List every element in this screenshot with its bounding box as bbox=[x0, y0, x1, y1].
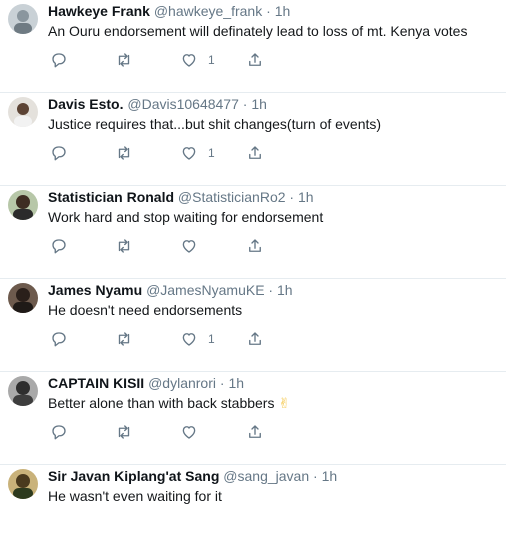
tweet-text-body: Better alone than with back stabbers bbox=[48, 395, 275, 411]
separator: · bbox=[219, 375, 225, 391]
timestamp[interactable]: 1h bbox=[277, 282, 293, 298]
share-button[interactable] bbox=[246, 50, 264, 70]
user-name[interactable]: CAPTAIN KISII bbox=[48, 375, 144, 391]
user-handle[interactable]: @JamesNyamuKE bbox=[146, 282, 264, 298]
tweet-actions: 1 bbox=[48, 50, 278, 72]
like-count: 1 bbox=[208, 146, 215, 160]
share-icon bbox=[249, 332, 261, 345]
like-button[interactable] bbox=[180, 236, 208, 256]
tweet[interactable]: Hawkeye Frank @hawkeye_frank · 1h An Our… bbox=[0, 0, 506, 93]
share-button[interactable] bbox=[246, 236, 264, 256]
avatar[interactable] bbox=[8, 469, 38, 499]
timestamp[interactable]: 1h bbox=[322, 468, 338, 484]
reply-icon bbox=[52, 53, 66, 68]
retweet-icon bbox=[118, 146, 130, 160]
separator: · bbox=[242, 96, 248, 112]
timestamp[interactable]: 1h bbox=[251, 96, 267, 112]
tweet-text: Better alone than with back stabbers ✌ bbox=[48, 394, 290, 412]
user-name[interactable]: Davis Esto. bbox=[48, 96, 123, 112]
timestamp[interactable]: 1h bbox=[275, 3, 291, 19]
avatar[interactable] bbox=[8, 97, 38, 127]
share-button[interactable] bbox=[246, 422, 264, 442]
reply-button[interactable] bbox=[50, 236, 68, 256]
retweet-button[interactable] bbox=[114, 236, 134, 256]
timestamp[interactable]: 1h bbox=[298, 189, 314, 205]
user-name[interactable]: Hawkeye Frank bbox=[48, 3, 150, 19]
retweet-icon bbox=[118, 53, 130, 67]
reply-button[interactable] bbox=[50, 329, 68, 349]
like-count: 1 bbox=[208, 53, 215, 67]
tweet-actions bbox=[48, 236, 278, 258]
share-button[interactable] bbox=[246, 329, 264, 349]
reply-button[interactable] bbox=[50, 422, 68, 442]
retweet-button[interactable] bbox=[114, 143, 134, 163]
like-button[interactable]: 1 bbox=[180, 50, 215, 70]
tweet-actions: 1 bbox=[48, 143, 278, 165]
like-button[interactable]: 1 bbox=[180, 143, 215, 163]
user-handle[interactable]: @sang_javan bbox=[223, 468, 309, 484]
avatar[interactable] bbox=[8, 4, 38, 34]
tweet-text: He wasn't even waiting for it bbox=[48, 488, 222, 504]
reply-icon bbox=[52, 332, 66, 347]
tweet[interactable]: Davis Esto. @Davis10648477 · 1h Justice … bbox=[0, 93, 506, 186]
like-icon bbox=[182, 240, 196, 253]
separator: · bbox=[289, 189, 295, 205]
retweet-button[interactable] bbox=[114, 422, 134, 442]
share-icon bbox=[249, 425, 261, 438]
user-name[interactable]: Statistician Ronald bbox=[48, 189, 174, 205]
separator: · bbox=[266, 3, 271, 19]
avatar[interactable] bbox=[8, 283, 38, 313]
user-name[interactable]: Sir Javan Kiplang'at Sang bbox=[48, 468, 219, 484]
tweet-actions: 1 bbox=[48, 329, 278, 351]
like-icon bbox=[182, 54, 196, 67]
share-button[interactable] bbox=[246, 143, 264, 163]
share-icon bbox=[249, 146, 261, 159]
user-name[interactable]: James Nyamu bbox=[48, 282, 142, 298]
like-icon bbox=[182, 426, 196, 439]
user-handle[interactable]: @Davis10648477 bbox=[127, 96, 239, 112]
retweet-icon bbox=[118, 332, 130, 346]
avatar[interactable] bbox=[8, 376, 38, 406]
timestamp[interactable]: 1h bbox=[228, 375, 244, 391]
user-handle[interactable]: @hawkeye_frank bbox=[154, 3, 262, 19]
like-icon bbox=[182, 147, 196, 160]
tweet-text: Work hard and stop waiting for endorseme… bbox=[48, 209, 324, 225]
reply-icon bbox=[52, 239, 66, 254]
tweet-text: Justice requires that...but shit changes… bbox=[48, 116, 382, 132]
separator: · bbox=[313, 468, 318, 484]
tweet[interactable]: Statistician Ronald @StatisticianRo2 · 1… bbox=[0, 186, 506, 279]
reply-icon bbox=[52, 146, 66, 161]
user-handle[interactable]: @StatisticianRo2 bbox=[178, 189, 286, 205]
separator: · bbox=[268, 282, 274, 298]
tweet-text: He doesn't need endorsements bbox=[48, 302, 243, 318]
reply-icon bbox=[52, 425, 66, 440]
like-button[interactable]: 1 bbox=[180, 329, 215, 349]
victory-hand-emoji: ✌ bbox=[278, 395, 291, 411]
tweet[interactable]: CAPTAIN KISII @dylanrori · 1h Better alo… bbox=[0, 372, 506, 465]
user-handle[interactable]: @dylanrori bbox=[148, 375, 216, 391]
tweet-actions bbox=[48, 422, 278, 444]
share-icon bbox=[249, 53, 261, 66]
like-count: 1 bbox=[208, 332, 215, 346]
retweet-icon bbox=[118, 425, 130, 439]
tweet-text: An Ouru endorsement will definately lead… bbox=[48, 23, 468, 39]
tweet[interactable]: James Nyamu @JamesNyamuKE · 1h He doesn'… bbox=[0, 279, 506, 372]
share-icon bbox=[249, 239, 261, 252]
retweet-button[interactable] bbox=[114, 329, 134, 349]
reply-button[interactable] bbox=[50, 50, 68, 70]
like-icon bbox=[182, 333, 196, 346]
retweet-icon bbox=[118, 239, 130, 253]
reply-button[interactable] bbox=[50, 143, 68, 163]
avatar[interactable] bbox=[8, 190, 38, 220]
retweet-button[interactable] bbox=[114, 50, 134, 70]
like-button[interactable] bbox=[180, 422, 208, 442]
